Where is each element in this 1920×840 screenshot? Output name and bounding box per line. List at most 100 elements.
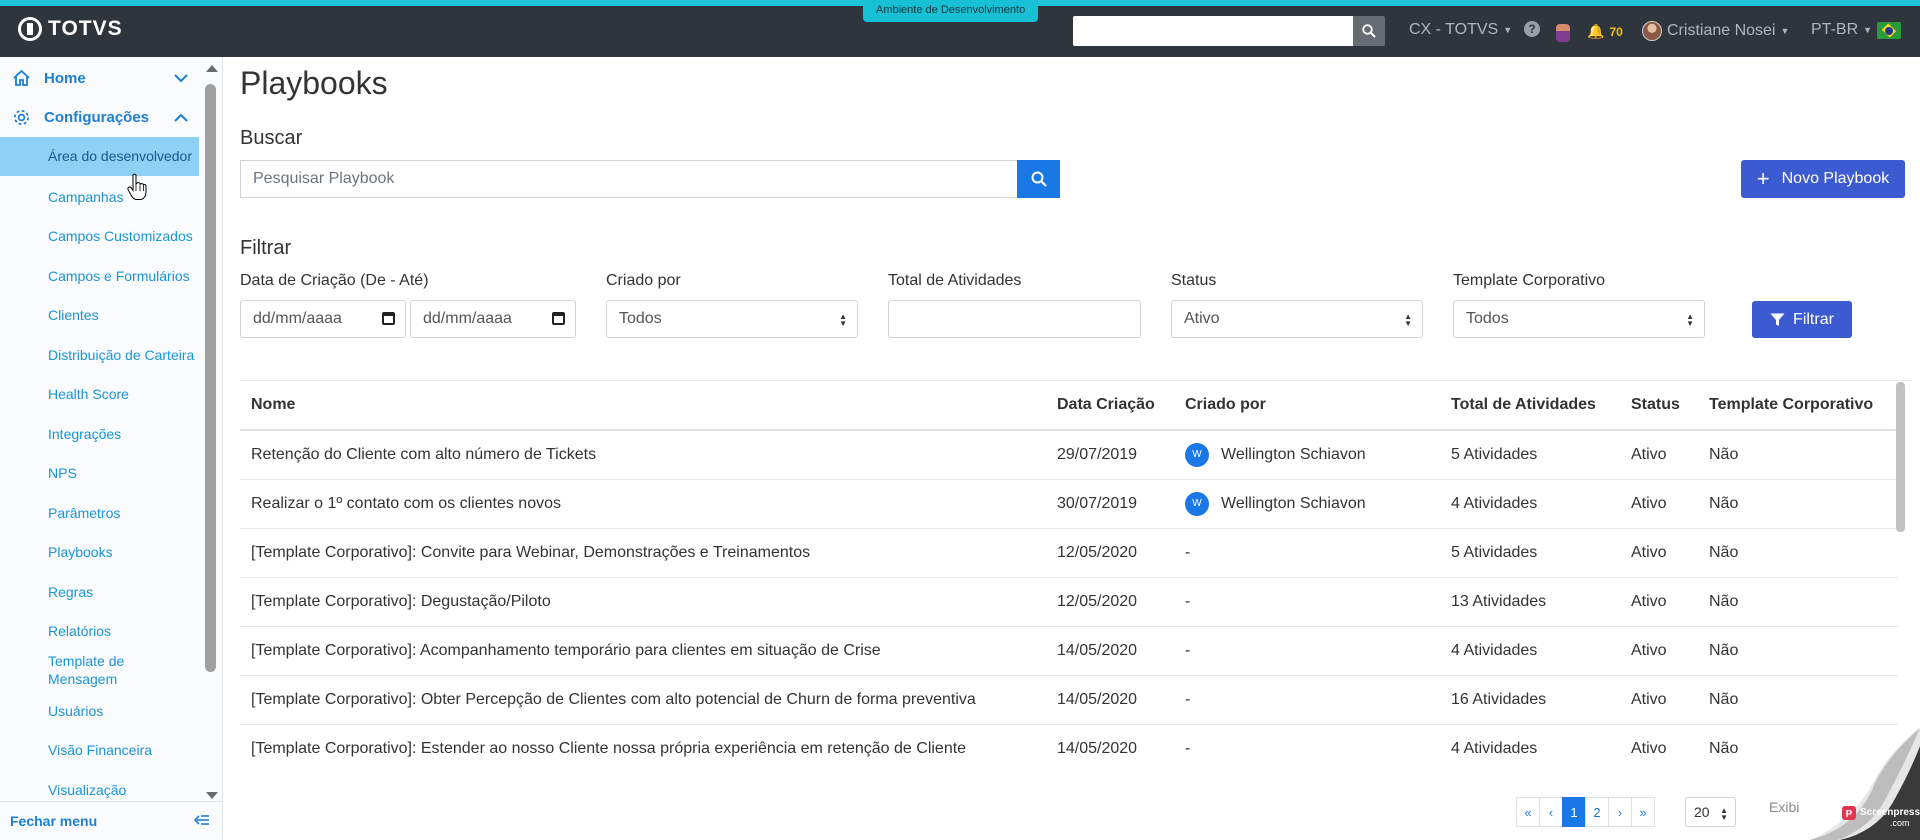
search-section-title: Buscar bbox=[240, 127, 303, 149]
table-row[interactable]: [Template Corporativo]: Estender ao noss… bbox=[240, 724, 1898, 763]
total-activities-input[interactable] bbox=[888, 300, 1141, 338]
sidebar-item-relatorios[interactable]: Relatórios bbox=[0, 622, 199, 640]
column-header-status[interactable]: Status bbox=[1620, 381, 1698, 431]
column-header-template[interactable]: Template Corporativo bbox=[1698, 381, 1898, 431]
cell-status: Ativo bbox=[1620, 528, 1698, 578]
select-arrows-icon: ▲ ▼ bbox=[1686, 312, 1694, 328]
cell-name[interactable]: [Template Corporativo]: Obter Percepção … bbox=[240, 675, 1046, 725]
sidebar-item-campos-customizados[interactable]: Campos Customizados bbox=[0, 227, 199, 245]
close-menu-button[interactable]: Fechar menu bbox=[0, 801, 223, 840]
page-1-button[interactable]: 1 bbox=[1562, 797, 1586, 827]
calendar-icon[interactable] bbox=[382, 312, 395, 325]
date-from-input[interactable]: dd/mm/aaaa bbox=[240, 300, 406, 338]
sidebar-item-clientes[interactable]: Clientes bbox=[0, 306, 199, 324]
cell-name[interactable]: [Template Corporativo]: Acompanhamento t… bbox=[240, 626, 1046, 676]
first-page-button[interactable]: « bbox=[1516, 797, 1540, 827]
sidebar-scrollbar-thumb[interactable] bbox=[205, 84, 216, 672]
sidebar-item-health-score[interactable]: Health Score bbox=[0, 385, 199, 403]
template-label: Template Corporativo bbox=[1453, 272, 1606, 289]
cell-template: Não bbox=[1698, 675, 1898, 725]
cell-date: 30/07/2019 bbox=[1046, 479, 1174, 529]
watermark-text: Screenpresso bbox=[1860, 807, 1920, 818]
global-search-input[interactable] bbox=[1073, 16, 1353, 46]
table-row[interactable]: [Template Corporativo]: Degustação/Pilot… bbox=[240, 577, 1898, 627]
sidebar-item-campos-formularios[interactable]: Campos e Formulários bbox=[0, 267, 199, 285]
nav-group-home[interactable]: Home bbox=[0, 60, 200, 96]
table-row[interactable]: Retenção do Cliente com alto número de T… bbox=[240, 430, 1898, 480]
created-by-select[interactable]: Todos ▲ ▼ bbox=[606, 300, 858, 338]
company-dropdown[interactable]: CX - TOTVS ▼ bbox=[1409, 21, 1512, 39]
sidebar-item-campanhas[interactable]: Campanhas bbox=[0, 188, 199, 206]
date-to-input[interactable]: dd/mm/aaaa bbox=[410, 300, 576, 338]
cell-date: 14/05/2020 bbox=[1046, 626, 1174, 676]
playbook-search-input[interactable]: Pesquisar Playbook bbox=[240, 160, 1017, 198]
cell-activities: 4 Atividades bbox=[1440, 479, 1620, 529]
playbooks-table: Nome Data Criação Criado por Total de At… bbox=[240, 380, 1912, 763]
language-menu[interactable]: PT-BR ▼ bbox=[1811, 21, 1902, 39]
sidebar-item-visualizacao[interactable]: Visualização bbox=[0, 781, 199, 801]
cell-name[interactable]: [Template Corporativo]: Degustação/Pilot… bbox=[240, 577, 1046, 627]
sidebar-item-nps[interactable]: NPS bbox=[0, 464, 199, 482]
cell-name[interactable]: [Template Corporativo]: Convite para Web… bbox=[240, 528, 1046, 578]
column-header-data-criacao[interactable]: Data Criação bbox=[1046, 381, 1174, 431]
sidebar-item-visao-financeira[interactable]: Visão Financeira bbox=[0, 741, 199, 759]
table-row[interactable]: [Template Corporativo]: Obter Percepção … bbox=[240, 675, 1898, 725]
totvs-logo[interactable]: TOTVS bbox=[18, 17, 123, 41]
user-mini-avatar[interactable] bbox=[1556, 24, 1570, 42]
playbook-search-button[interactable] bbox=[1017, 160, 1060, 198]
filter-icon bbox=[1770, 313, 1785, 326]
cell-name[interactable]: [Template Corporativo]: Estender ao noss… bbox=[240, 724, 1046, 763]
filter-button[interactable]: Filtrar bbox=[1752, 301, 1852, 338]
next-page-button[interactable]: › bbox=[1608, 797, 1632, 827]
scroll-down-arrow-icon[interactable] bbox=[206, 792, 218, 799]
cell-template: Não bbox=[1698, 479, 1898, 529]
calendar-icon[interactable] bbox=[552, 312, 565, 325]
cell-activities: 5 Atividades bbox=[1440, 528, 1620, 578]
showing-text: Exibi bbox=[1769, 799, 1800, 815]
cell-template: Não bbox=[1698, 626, 1898, 676]
page-2-button[interactable]: 2 bbox=[1585, 797, 1609, 827]
new-playbook-button[interactable]: + Novo Playbook bbox=[1741, 160, 1905, 198]
page-size-select[interactable]: 20 ▲ ▼ bbox=[1685, 797, 1736, 827]
global-search-button[interactable] bbox=[1353, 16, 1385, 46]
scroll-up-arrow-icon[interactable] bbox=[206, 65, 218, 72]
prev-page-button[interactable]: ‹ bbox=[1539, 797, 1563, 827]
template-select[interactable]: Todos ▲ ▼ bbox=[1453, 300, 1705, 338]
cell-activities: 16 Atividades bbox=[1440, 675, 1620, 725]
sidebar-item-template-mensagem[interactable]: Template de Mensagem bbox=[0, 652, 160, 688]
table-row[interactable]: [Template Corporativo]: Acompanhamento t… bbox=[240, 626, 1898, 676]
column-header-total-atividades[interactable]: Total de Atividades bbox=[1440, 381, 1620, 431]
cell-activities: 5 Atividades bbox=[1440, 430, 1620, 480]
column-header-nome[interactable]: Nome bbox=[240, 381, 1046, 431]
sidebar-item-parametros[interactable]: Parâmetros bbox=[0, 504, 199, 522]
help-button[interactable]: ? bbox=[1524, 21, 1540, 37]
table-row[interactable]: [Template Corporativo]: Convite para Web… bbox=[240, 528, 1898, 578]
notifications-button[interactable]: 🔔 70 bbox=[1587, 23, 1623, 40]
sidebar-item-usuarios[interactable]: Usuários bbox=[0, 702, 199, 720]
nav-group-configuracoes[interactable]: Configurações bbox=[0, 99, 200, 135]
cell-status: Ativo bbox=[1620, 626, 1698, 676]
svg-text:.com: .com bbox=[1890, 818, 1910, 828]
sidebar-item-playbooks[interactable]: Playbooks bbox=[0, 543, 199, 561]
cell-name[interactable]: Retenção do Cliente com alto número de T… bbox=[240, 430, 1046, 480]
sidebar-item-area-desenvolvedor[interactable]: Área do desenvolvedor bbox=[0, 137, 199, 176]
sidebar-item-integracoes[interactable]: Integrações bbox=[0, 425, 199, 443]
sidebar-item-regras[interactable]: Regras bbox=[0, 583, 199, 601]
table-row[interactable]: Realizar o 1º contato com os clientes no… bbox=[240, 479, 1898, 529]
sidebar: Home Configurações Área do desenvolvedor… bbox=[0, 57, 223, 840]
new-playbook-label: Novo Playbook bbox=[1781, 170, 1890, 187]
search-icon bbox=[1362, 24, 1376, 38]
caret-down-icon: ▼ bbox=[1863, 25, 1873, 35]
column-header-criado-por[interactable]: Criado por bbox=[1174, 381, 1440, 431]
avatar: W bbox=[1185, 491, 1209, 516]
caret-down-icon: ▼ bbox=[1780, 26, 1790, 36]
cell-name[interactable]: Realizar o 1º contato com os clientes no… bbox=[240, 479, 1046, 529]
table-scrollbar-thumb[interactable] bbox=[1896, 382, 1905, 532]
last-page-button[interactable]: » bbox=[1631, 797, 1655, 827]
user-menu[interactable]: Cristiane Nosei ▼ bbox=[1642, 21, 1789, 41]
cell-status: Ativo bbox=[1620, 479, 1698, 529]
sidebar-item-distribuicao-carteira[interactable]: Distribuição de Carteira bbox=[0, 346, 199, 364]
status-select[interactable]: Ativo ▲ ▼ bbox=[1171, 300, 1423, 338]
search-icon bbox=[1031, 171, 1047, 187]
collapse-menu-icon bbox=[193, 813, 210, 830]
